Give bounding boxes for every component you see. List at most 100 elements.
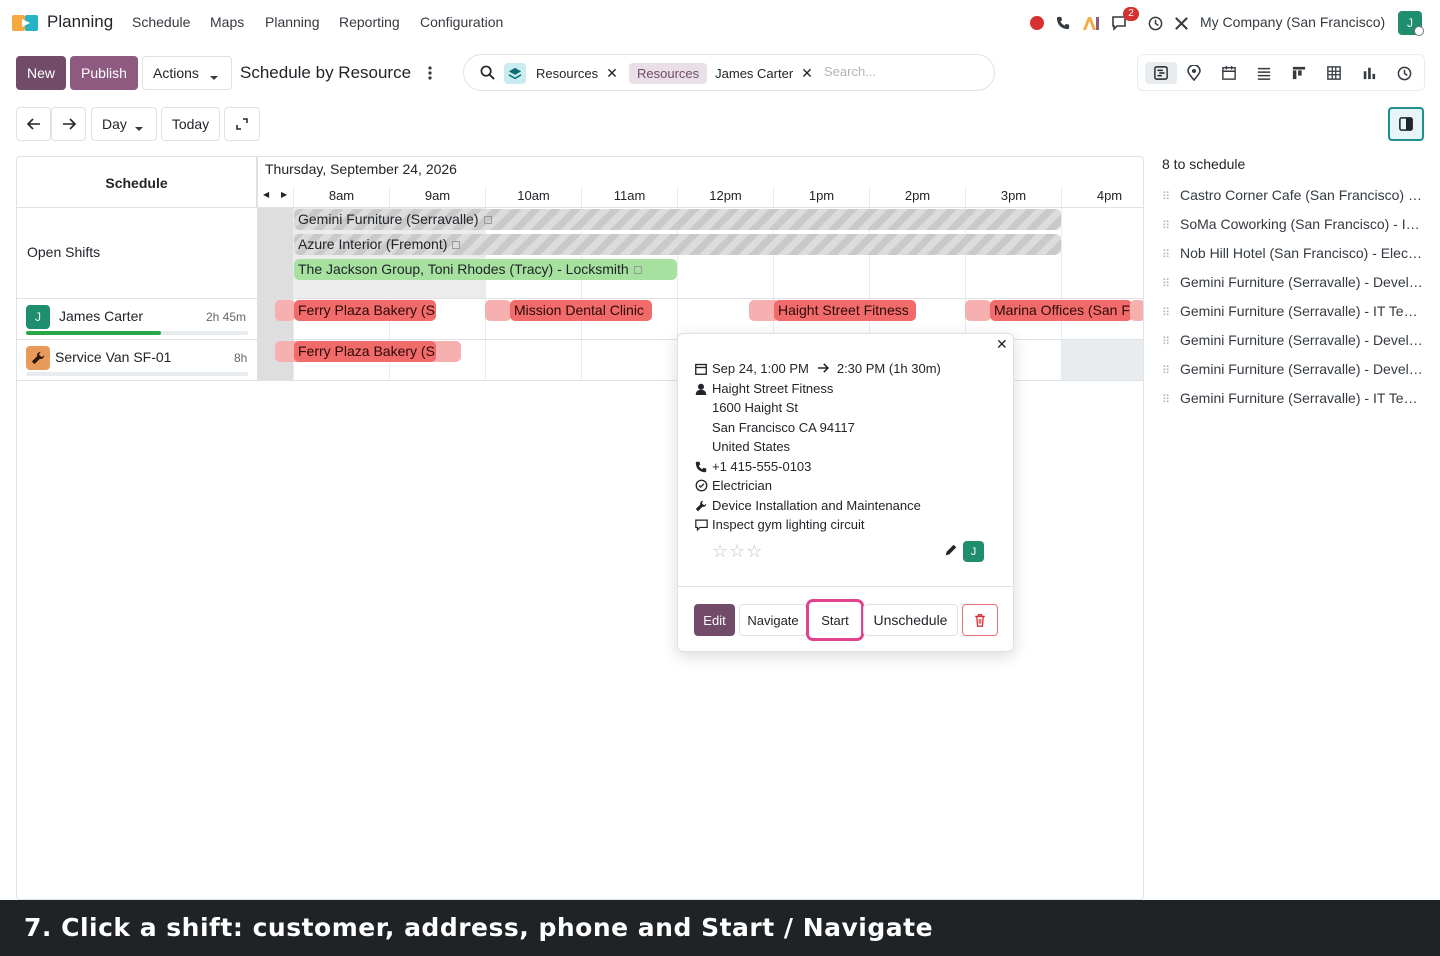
pencil-icon[interactable] <box>944 543 958 560</box>
unschedule-button[interactable]: Unschedule <box>863 604 958 636</box>
remove-facet-icon[interactable]: ✕ <box>606 65 618 82</box>
unscheduled-item[interactable]: ⠿ Nob Hill Hotel (San Francisco) - Electr… <box>1162 245 1424 265</box>
unscheduled-item[interactable]: ⠿ Gemini Furniture (Serravalle) - IT Tech… <box>1162 390 1424 410</box>
grid-line <box>17 298 1143 299</box>
graph-view-icon[interactable] <box>1356 62 1382 84</box>
delete-button[interactable] <box>962 604 998 636</box>
company-switcher[interactable]: My Company (San Francisco) <box>1200 14 1385 30</box>
shift-pill[interactable]: Haight Street Fitness <box>774 300 916 321</box>
priority-stars[interactable]: ☆☆☆ <box>712 541 763 562</box>
customer-row: Haight Street Fitness <box>695 381 833 396</box>
previous-period-button[interactable] <box>16 107 51 141</box>
search-input[interactable]: Search... <box>824 64 876 79</box>
next-period-button[interactable] <box>51 107 86 141</box>
scroll-left-icon[interactable]: ◀ <box>263 190 269 199</box>
menu-reporting[interactable]: Reporting <box>339 14 400 30</box>
resource-hours: 8h <box>234 351 248 365</box>
shift-pill[interactable]: Azure Interior (Fremont) <box>294 234 1061 255</box>
hour-header: 11am <box>581 186 677 208</box>
resource-row-van[interactable]: Service Van SF-01 8h <box>26 346 250 376</box>
phone-icon[interactable] <box>1053 13 1073 33</box>
map-view-icon[interactable] <box>1181 62 1207 84</box>
unscheduled-item[interactable]: ⠿Castro Corner Cafe (San Francisco) - El… <box>1162 187 1424 207</box>
shift-pill[interactable]: Ferry Plaza Bakery (S <box>294 300 436 321</box>
start-button[interactable]: Start <box>809 602 861 638</box>
unscheduled-item[interactable]: ⠿ Gemini Furniture (Serravalle) - Develop… <box>1162 274 1424 294</box>
close-icon[interactable]: ✕ <box>996 336 1008 353</box>
scroll-right-icon[interactable]: ▶ <box>281 190 287 199</box>
unscheduled-item[interactable]: ⠿ Gemini Furniture (Serravalle) - Develop… <box>1162 332 1424 352</box>
planning-app-icon[interactable] <box>12 12 40 34</box>
resource-name: Service Van SF-01 <box>55 349 172 365</box>
service-row: Device Installation and Maintenance <box>695 498 921 513</box>
drag-handle-icon: ⠿ <box>1162 394 1170 406</box>
shift-pill[interactable]: Marina Offices (San F <box>990 300 1132 321</box>
grid-line <box>257 157 258 380</box>
pivot-view-icon[interactable] <box>1321 62 1347 84</box>
tools-icon[interactable] <box>1171 13 1191 33</box>
shift-popover: ✕ Sep 24, 1:00 PM 2:30 PM (1h 30m) Haigh… <box>677 333 1015 652</box>
menu-planning[interactable]: Planning <box>265 14 320 30</box>
clock-icon[interactable] <box>1145 13 1165 33</box>
facet-value: James Carter <box>715 66 794 81</box>
shift-pill[interactable]: Gemini Furniture (Serravalle) <box>294 209 1061 230</box>
resource-hours: 2h 45m <box>206 310 247 324</box>
calendar-view-icon[interactable] <box>1216 62 1242 84</box>
menu-schedule[interactable]: Schedule <box>132 14 190 30</box>
menu-configuration[interactable]: Configuration <box>420 14 503 30</box>
address-line: United States <box>712 439 791 454</box>
list-view-icon[interactable] <box>1251 62 1277 84</box>
search-facet-resource-james: Resources James Carter ✕ <box>629 63 813 84</box>
navigate-button[interactable]: Navigate <box>739 604 807 636</box>
menu-maps[interactable]: Maps <box>210 14 244 30</box>
today-button[interactable]: Today <box>161 107 220 141</box>
publish-button[interactable]: Publish <box>70 56 138 90</box>
unscheduled-item[interactable]: ⠿ Gemini Furniture (Serravalle) - Develop… <box>1162 361 1424 381</box>
kanban-view-icon[interactable] <box>1286 62 1312 84</box>
trash-icon <box>975 613 985 627</box>
role-row: Electrician <box>695 478 772 493</box>
toggle-sidebar-button[interactable] <box>1388 107 1424 141</box>
activity-view-icon[interactable] <box>1391 62 1417 84</box>
shift-pill[interactable]: The Jackson Group, Toni Rhodes (Tracy) -… <box>294 259 677 280</box>
remove-facet-icon[interactable]: ✕ <box>801 65 813 82</box>
new-button[interactable]: New <box>16 56 66 90</box>
resource-row-james[interactable]: J James Carter 2h 45m <box>26 305 250 335</box>
hour-header: 3pm <box>965 186 1061 208</box>
hour-header: 1pm <box>773 186 869 208</box>
kebab-menu-icon[interactable] <box>424 64 436 82</box>
gantt-row-header: Schedule <box>17 157 257 208</box>
actions-dropdown[interactable]: Actions <box>142 56 232 90</box>
scale-dropdown[interactable]: Day <box>91 107 157 141</box>
edit-button[interactable]: Edit <box>694 604 735 636</box>
search-icon[interactable] <box>480 65 495 83</box>
divider <box>678 586 1015 587</box>
address-line: 1600 Haight St <box>712 400 799 415</box>
calendar-icon <box>694 362 708 376</box>
record-icon[interactable] <box>1027 13 1047 33</box>
arrow-right-icon <box>62 118 76 130</box>
gantt-view-icon[interactable] <box>1145 62 1177 84</box>
facet-field: Resources <box>629 63 708 84</box>
ai-icon[interactable] <box>1081 13 1101 33</box>
page-title: Schedule by Resource <box>240 63 412 82</box>
actions-label: Actions <box>153 65 199 81</box>
shift-pill[interactable]: Ferry Plaza Bakery (S <box>294 341 436 362</box>
shift-pill[interactable]: Mission Dental Clinic <box>510 300 652 321</box>
unscheduled-item[interactable]: ⠿SoMa Coworking (San Francisco) - IT Tec… <box>1162 216 1424 236</box>
assignee-avatar[interactable]: J <box>963 541 984 562</box>
app-name[interactable]: Planning <box>47 12 113 32</box>
search-facet-resources: Resources ✕ <box>504 63 618 84</box>
unscheduled-title: 8 to schedule <box>1162 156 1246 172</box>
facet-value: Resources <box>536 66 599 81</box>
unscheduled-item[interactable]: ⠿ Gemini Furniture (Serravalle) - IT Tech… <box>1162 303 1424 323</box>
wrench-icon <box>26 346 50 370</box>
travel-time-pill <box>485 300 511 321</box>
drag-handle-icon: ⠿ <box>1162 307 1170 319</box>
arrow-right-icon <box>817 361 829 376</box>
search-bar[interactable]: Resources ✕ Resources James Carter ✕ Sea… <box>463 54 995 91</box>
expand-button[interactable] <box>224 107 260 141</box>
drag-handle-icon: ⠿ <box>1162 191 1170 203</box>
hour-header: 12pm <box>677 186 773 208</box>
phone-icon <box>694 460 708 474</box>
